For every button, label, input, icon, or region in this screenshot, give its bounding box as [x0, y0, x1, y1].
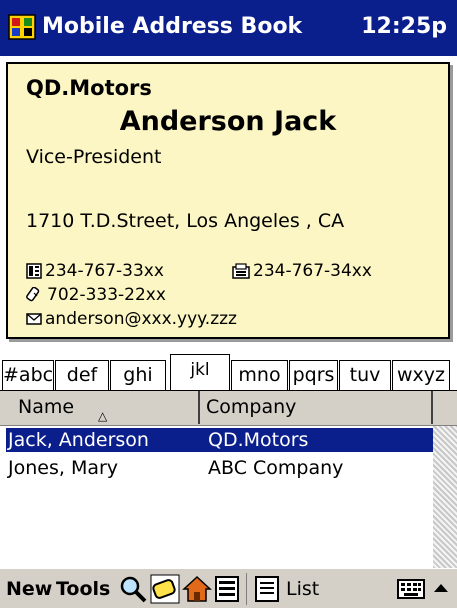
list-view-label[interactable]: List — [286, 578, 319, 600]
tab-ghi[interactable]: ghi — [110, 360, 166, 391]
fax-value: 234-767-34xx — [253, 261, 372, 281]
card-role: Vice-President — [26, 146, 162, 168]
row-company: ABC Company — [208, 457, 344, 479]
card-name: Anderson Jack — [119, 106, 337, 137]
row-company: QD.Motors — [208, 429, 309, 451]
keyboard-icon[interactable] — [396, 574, 426, 604]
column-header-company[interactable]: Company — [200, 391, 433, 424]
detail-view-icon[interactable] — [212, 574, 242, 604]
app-title: Mobile Address Book — [42, 14, 303, 39]
column-name-label: Name — [18, 396, 75, 418]
clock[interactable]: 12:25p — [361, 14, 447, 39]
work-phone-icon — [26, 263, 42, 279]
tab-pqrs[interactable]: pqrs — [289, 360, 338, 391]
fax-line[interactable]: 234-767-34xx — [232, 261, 372, 281]
home-icon[interactable] — [182, 574, 212, 604]
work-phone-line[interactable]: 234-767-33xx — [26, 261, 164, 281]
row-name: Jack, Anderson — [8, 429, 149, 451]
title-bar: Mobile Address Book 12:25p — [0, 0, 457, 56]
contact-list: Jack, Anderson QD.Motors Jones, Mary ABC… — [0, 426, 457, 568]
email-value: anderson@xxx.yyy.zzz — [45, 309, 237, 329]
fax-icon — [232, 263, 250, 279]
tools-menu[interactable]: Tools — [56, 578, 110, 600]
tab-wxyz[interactable]: wxyz — [392, 360, 450, 391]
work-phone-value: 234-767-33xx — [45, 261, 164, 281]
email-line[interactable]: anderson@xxx.yyy.zzz — [26, 309, 237, 329]
tab-def[interactable]: def — [55, 360, 109, 391]
letter-tabs: #abc def ghi jkl mno pqrs tuv wxyz — [0, 352, 457, 392]
command-bar: New Tools List — [0, 568, 457, 608]
list-row-jack-anderson[interactable]: Jack, Anderson QD.Motors — [6, 428, 433, 452]
new-menu[interactable]: New — [6, 578, 52, 600]
tab-jkl[interactable]: jkl — [170, 354, 230, 392]
list-row-jones-mary[interactable]: Jones, Mary ABC Company — [6, 456, 433, 480]
card-address: 1710 T.D.Street, Los Angeles , CA — [26, 210, 345, 232]
tab-tuv[interactable]: tuv — [339, 360, 391, 391]
input-arrow-icon[interactable] — [430, 574, 452, 604]
card-view-icon[interactable] — [150, 574, 180, 604]
address-book-app-icon[interactable] — [8, 13, 36, 41]
mobile-phone-value: 702-333-22xx — [47, 285, 166, 305]
tab-abc[interactable]: #abc — [2, 360, 54, 391]
toolbar-separator — [246, 573, 247, 605]
row-name: Jones, Mary — [8, 457, 119, 479]
list-scrollbar[interactable] — [433, 426, 457, 568]
email-icon — [26, 313, 42, 325]
column-company-label: Company — [206, 396, 297, 418]
contact-card[interactable]: QD.Motors Anderson Jack Vice-President 1… — [6, 62, 450, 339]
list-header: Name △ Company — [0, 391, 457, 426]
tab-mno[interactable]: mno — [231, 360, 288, 391]
mobile-phone-icon — [26, 287, 40, 302]
card-company: QD.Motors — [26, 76, 152, 100]
find-icon[interactable] — [118, 574, 148, 604]
mobile-phone-line[interactable]: 702-333-22xx — [26, 285, 166, 305]
column-header-name[interactable]: Name △ — [0, 391, 200, 424]
list-view-icon[interactable] — [252, 574, 282, 604]
